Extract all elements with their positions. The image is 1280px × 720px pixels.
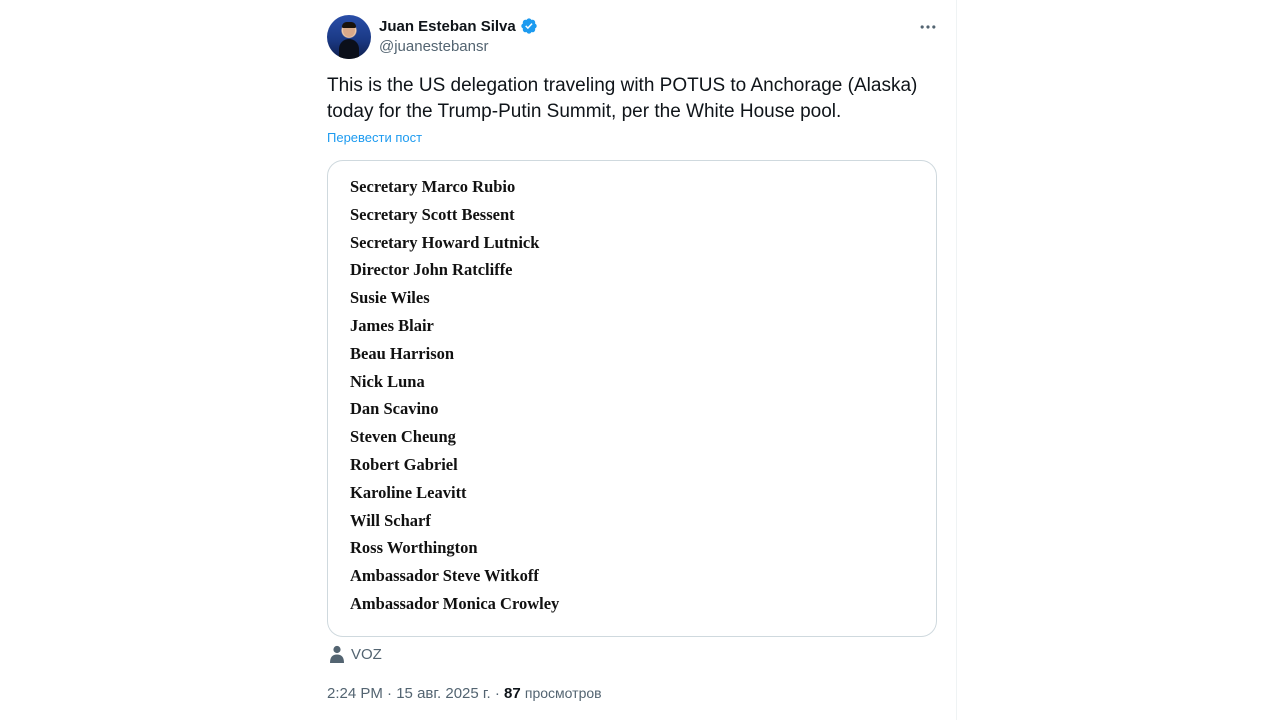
delegation-name: Robert Gabriel bbox=[350, 454, 458, 474]
delegation-name: Karoline Leavitt bbox=[350, 482, 467, 502]
tweet: Juan Esteban Silva @juanestebansr This i… bbox=[327, 0, 939, 720]
delegation-name: Beau Harrison bbox=[350, 343, 455, 363]
timeline-right-border bbox=[956, 0, 957, 720]
author-name-row: Juan Esteban Silva bbox=[379, 17, 538, 35]
delegation-name: Secretary Scott Bessent bbox=[350, 204, 515, 224]
delegation-name: Steven Cheung bbox=[350, 427, 456, 447]
delegation-names-list: Secretary Marco Rubio Secretary Scott Be… bbox=[350, 173, 559, 618]
author-display-name[interactable]: Juan Esteban Silva bbox=[379, 18, 516, 35]
more-options-button[interactable] bbox=[917, 16, 939, 38]
avatar[interactable] bbox=[327, 15, 371, 59]
delegation-name: Secretary Marco Rubio bbox=[350, 177, 516, 196]
delegation-name: Director John Ratcliffe bbox=[350, 260, 513, 280]
more-horizontal-icon bbox=[920, 25, 936, 29]
delegation-name: Ambassador Steve Witkoff bbox=[350, 566, 539, 586]
delegation-name: Susie Wiles bbox=[350, 288, 430, 308]
meta-separator: · bbox=[494, 685, 500, 702]
tweet-image[interactable]: Secretary Marco Rubio Secretary Scott Be… bbox=[327, 160, 937, 637]
translate-post-link[interactable]: Перевести пост bbox=[327, 130, 422, 145]
person-icon bbox=[330, 645, 344, 663]
views-label: просмотров bbox=[524, 685, 602, 701]
tweet-time[interactable]: 2:24 PM bbox=[327, 685, 383, 702]
delegation-name: Secretary Howard Lutnick bbox=[350, 232, 540, 252]
meta-separator: · bbox=[387, 685, 393, 702]
image-source-tag[interactable]: VOZ bbox=[329, 645, 382, 663]
author-handle[interactable]: @juanestebansr bbox=[379, 38, 488, 55]
views-count: 87 bbox=[504, 685, 521, 702]
delegation-name: James Blair bbox=[350, 315, 434, 335]
avatar-hair bbox=[342, 22, 356, 28]
delegation-name: Ambassador Monica Crowley bbox=[350, 593, 560, 613]
delegation-name: Ross Worthington bbox=[350, 538, 478, 558]
tweet-text: This is the US delegation traveling with… bbox=[327, 75, 918, 122]
verified-badge-icon bbox=[520, 17, 538, 35]
avatar-body bbox=[339, 39, 359, 59]
delegation-name: Will Scharf bbox=[350, 510, 431, 530]
tweet-metadata: 2:24 PM · 15 авг. 2025 г. · 87 просмотро… bbox=[327, 685, 602, 702]
delegation-name: Dan Scavino bbox=[350, 399, 439, 419]
delegation-name: Nick Luna bbox=[350, 371, 425, 391]
tweet-date[interactable]: 15 авг. 2025 г. bbox=[396, 685, 490, 702]
image-source-label: VOZ bbox=[351, 645, 382, 663]
